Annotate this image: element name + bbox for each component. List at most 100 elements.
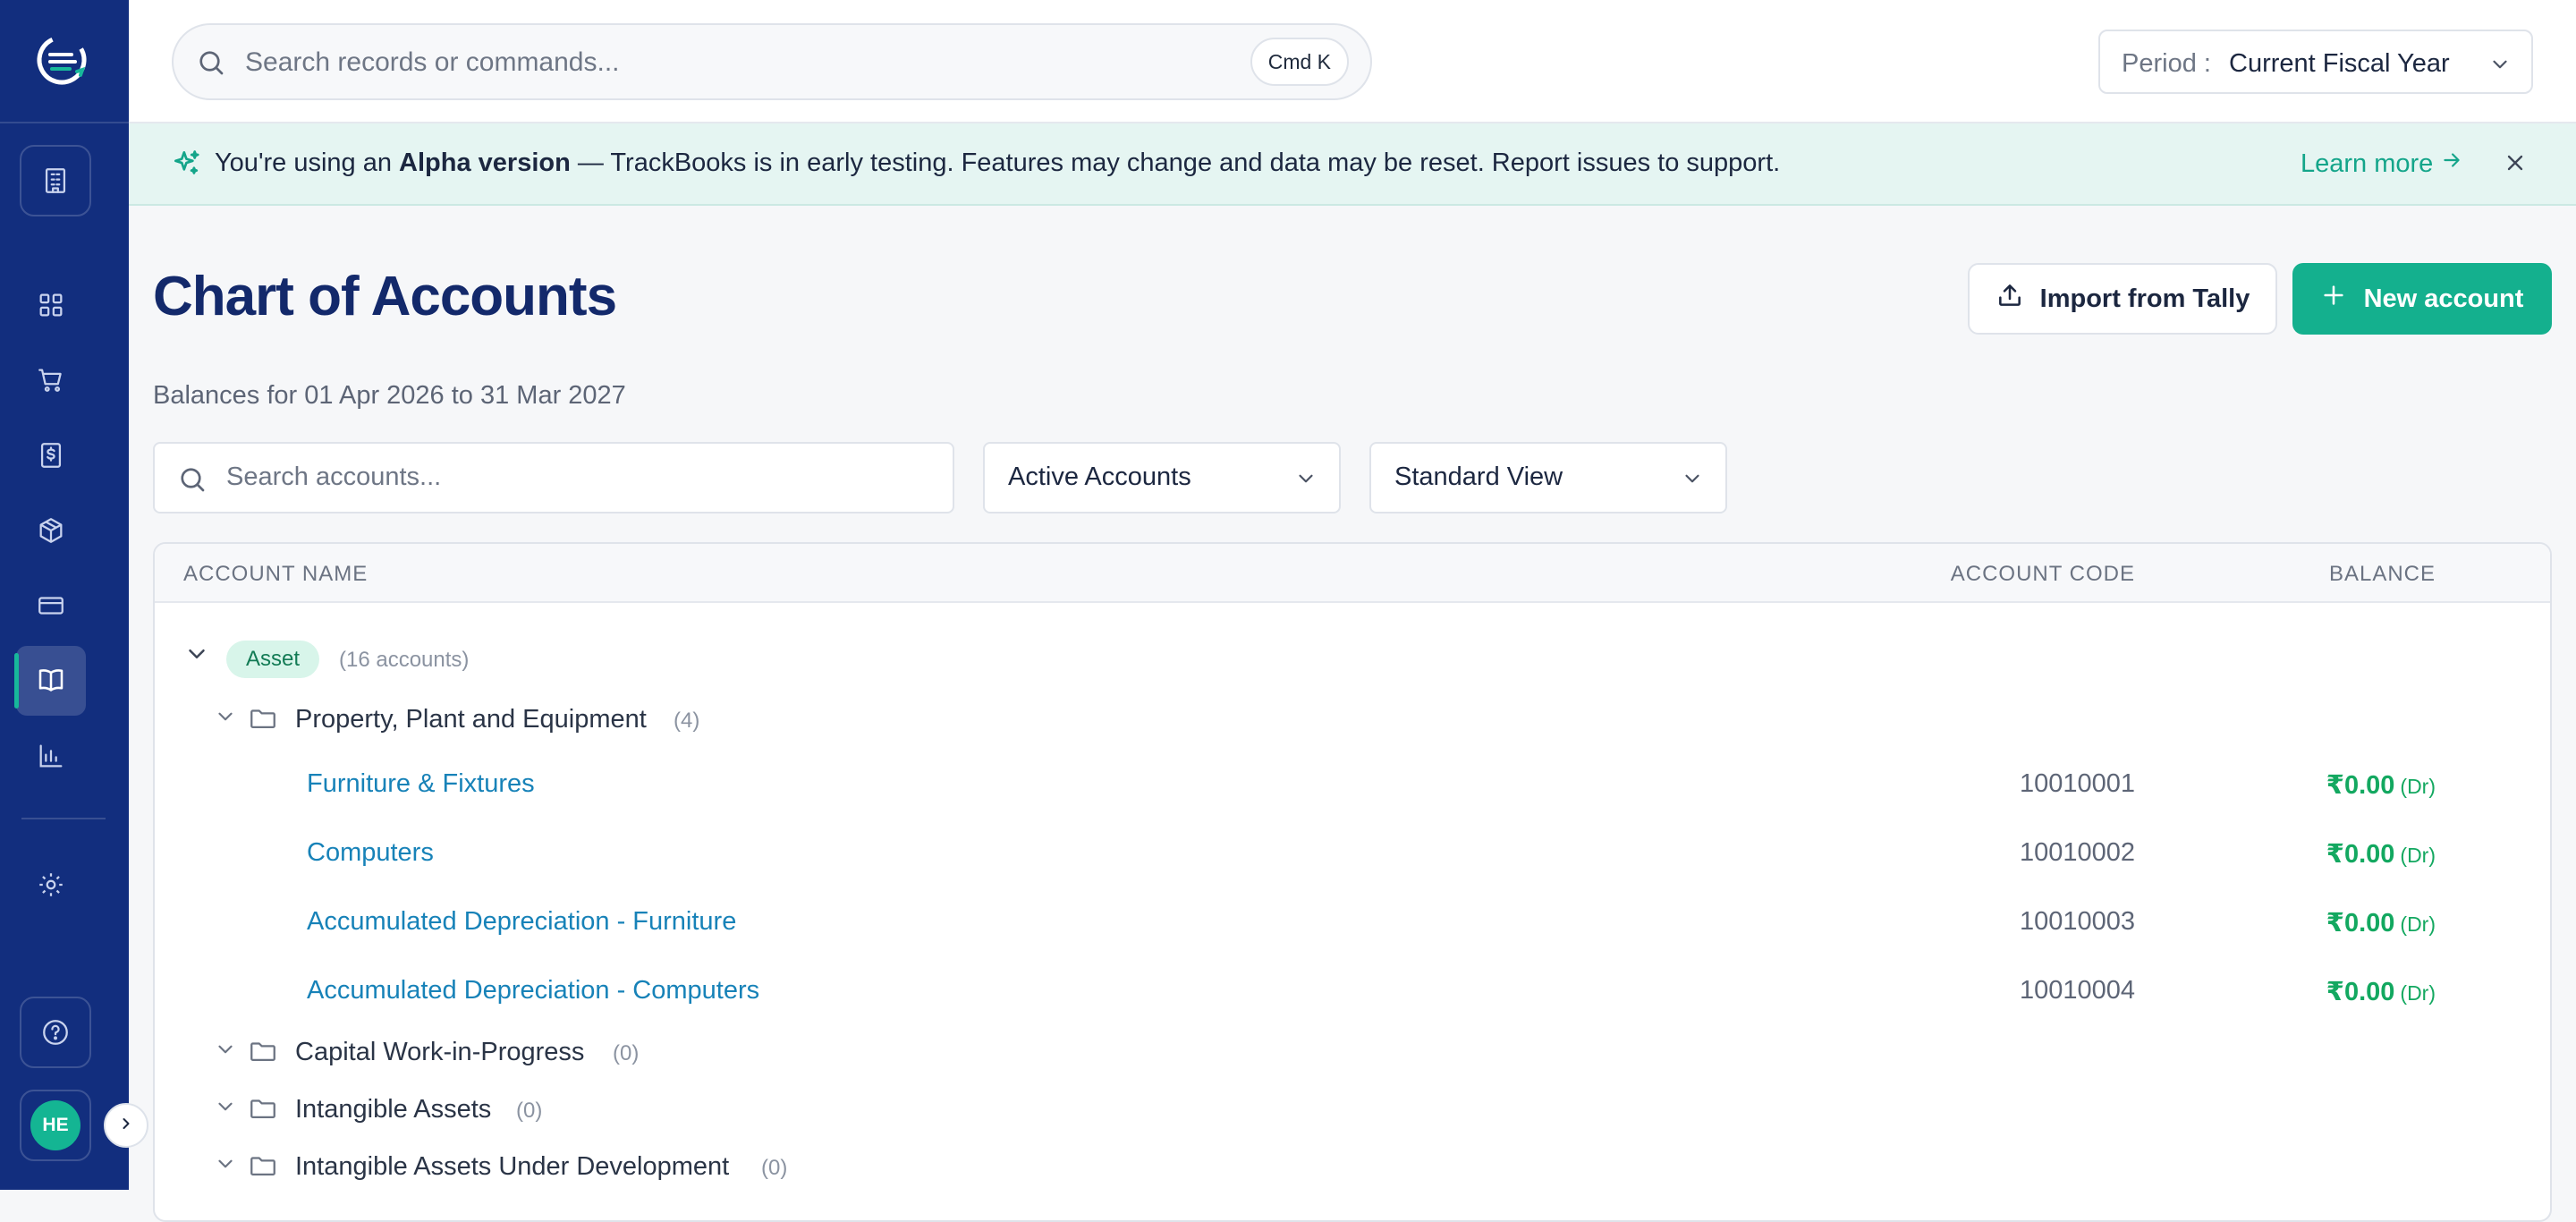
new-account-button-label: New account [2363,284,2524,313]
bar-chart-icon [36,741,66,771]
account-group-row[interactable]: Intangible Assets Under Development (0) [155,1134,2550,1197]
sidebar-divider [0,122,129,123]
account-group-row[interactable]: Intangible Assets (0) [155,1077,2550,1140]
table-header: ACCOUNT NAME ACCOUNT CODE BALANCE [155,544,2550,603]
account-group-name: Intangible Assets Under Development [295,1152,730,1181]
account-group-count: (0) [516,1099,543,1123]
import-from-tally-button[interactable]: Import from Tally [1968,263,2277,335]
account-search-input[interactable]: Search accounts... [153,442,954,513]
account-group-name: Intangible Assets [295,1095,492,1124]
sparkles-icon [170,147,204,185]
sidebar-item-accounts[interactable] [14,646,86,716]
balance-side: (Dr) [2400,912,2436,936]
box-icon [36,515,66,546]
account-group-count: (4) [674,709,700,733]
learn-more-link[interactable]: Learn more [2301,149,2463,179]
account-group-row[interactable]: Capital Work-in-Progress (0) [155,1020,2550,1082]
account-balance: ₹0.00 (Dr) [2326,838,2436,870]
user-avatar-button[interactable]: HE [20,1090,91,1161]
sidebar-divider [21,818,106,819]
account-code: 10010002 [2019,838,2135,867]
sidebar-item-purchases[interactable] [16,420,86,490]
account-code: 10010001 [2019,769,2135,798]
help-button[interactable] [20,997,91,1068]
view-select[interactable]: Standard View [1369,442,1727,513]
folder-icon [248,703,278,738]
cart-icon [36,365,66,395]
column-header-balance[interactable]: BALANCE [2329,562,2436,587]
arrow-right-icon [2433,149,2463,179]
organization-button[interactable] [20,145,91,216]
invoice-dollar-icon [36,440,66,471]
help-icon [40,1017,71,1048]
banner-suffix: — TrackBooks is in early testing. Featur… [570,149,1781,177]
banner-message: You're using an Alpha version — TrackBoo… [215,149,1780,178]
account-code: 10010004 [2019,976,2135,1005]
sidebar-item-reports[interactable] [16,721,86,791]
gear-icon [36,870,66,900]
close-icon [2503,150,2528,180]
chevron-down-icon[interactable] [214,1152,237,1180]
sidebar-expand-button[interactable] [104,1103,148,1148]
page-subtitle: Balances for 01 Apr 2026 to 31 Mar 2027 [153,381,626,410]
upload-icon [1996,281,2040,317]
sidebar-item-dashboard[interactable] [16,270,86,340]
chevron-down-icon[interactable] [214,705,237,733]
view-value: Standard View [1394,462,1563,491]
account-row[interactable]: Accumulated Depreciation - Computers 100… [155,958,2550,1021]
new-account-button[interactable]: New account [2292,263,2552,335]
period-value: Current Fiscal Year [2229,49,2450,78]
sidebar-item-inventory[interactable] [16,496,86,565]
balance-amount: ₹0.00 [2326,909,2395,938]
account-name-link[interactable]: Computers [307,838,434,868]
chevron-down-icon [2488,53,2512,81]
account-row[interactable]: Furniture & Fixtures 10010001 ₹0.00 (Dr) [155,751,2550,814]
folder-icon [248,1093,278,1128]
account-status-select[interactable]: Active Accounts [983,442,1341,513]
sidebar-item-settings[interactable] [16,850,86,920]
account-type-row-asset[interactable]: Asset (16 accounts) [155,623,2550,685]
search-icon [195,47,227,83]
app-logo-icon[interactable] [32,30,91,89]
account-group-row[interactable]: Property, Plant and Equipment (4) [155,687,2550,750]
column-header-account-code[interactable]: ACCOUNT CODE [1951,562,2135,587]
period-select[interactable]: Period : Current Fiscal Year [2098,30,2533,94]
top-bar: Search records or commands... Cmd K Peri… [129,0,2576,123]
close-banner-button[interactable] [2499,149,2531,181]
account-row[interactable]: Computers 10010002 ₹0.00 (Dr) [155,820,2550,883]
accounts-table: ACCOUNT NAME ACCOUNT CODE BALANCE Asset … [153,542,2552,1222]
account-name-link[interactable]: Accumulated Depreciation - Computers [307,976,759,1006]
account-name-link[interactable]: Furniture & Fixtures [307,769,535,799]
balance-side: (Dr) [2400,844,2436,867]
account-type-badge: Asset [226,641,320,678]
balance-amount: ₹0.00 [2326,978,2395,1006]
account-status-value: Active Accounts [1008,462,1191,491]
account-group-count: (0) [761,1156,788,1180]
column-header-account-name[interactable]: ACCOUNT NAME [183,562,368,587]
plus-icon [2321,283,2364,315]
chevron-down-icon [1681,467,1704,495]
chevron-down-icon[interactable] [183,641,210,672]
command-shortcut-badge: Cmd K [1250,38,1349,86]
balance-side: (Dr) [2400,775,2436,798]
balance-amount: ₹0.00 [2326,840,2395,869]
account-balance: ₹0.00 (Dr) [2326,976,2436,1007]
search-placeholder: Search records or commands... [245,47,620,77]
alpha-banner: You're using an Alpha version — TrackBoo… [129,123,2576,206]
account-balance: ₹0.00 (Dr) [2326,769,2436,801]
sidebar-item-banking[interactable] [16,571,86,641]
card-icon [36,590,66,621]
avatar: HE [30,1100,80,1150]
account-group-name: Property, Plant and Equipment [295,705,647,734]
sidebar-item-sales[interactable] [16,345,86,415]
chevron-down-icon[interactable] [214,1038,237,1065]
building-icon [40,165,71,196]
global-search-input[interactable]: Search records or commands... Cmd K [172,23,1372,100]
learn-more-label: Learn more [2301,149,2434,178]
account-type-count: (16 accounts) [339,648,470,672]
import-button-label: Import from Tally [2039,284,2250,313]
account-row[interactable]: Accumulated Depreciation - Furniture 100… [155,889,2550,952]
account-name-link[interactable]: Accumulated Depreciation - Furniture [307,907,736,937]
chevron-down-icon[interactable] [214,1095,237,1123]
banner-emphasis: Alpha version [399,149,571,177]
